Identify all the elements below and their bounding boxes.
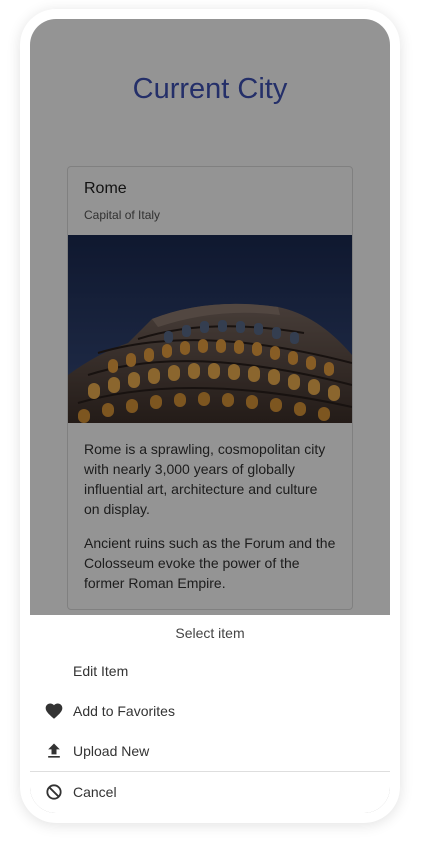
block-icon	[46, 784, 62, 800]
action-sheet-header: Select item	[175, 625, 245, 641]
upload-new-button[interactable]: Upload New	[30, 731, 390, 771]
cancel-label: Cancel	[73, 784, 117, 800]
upload-new-label: Upload New	[73, 743, 150, 759]
action-sheet: Select item Edit Item Add to Favorites U…	[30, 615, 390, 813]
edit-item-label: Edit Item	[73, 663, 129, 679]
cancel-button[interactable]: Cancel	[30, 772, 390, 812]
screen: Current City Rome Capital of Italy Rome …	[30, 19, 390, 813]
add-to-favorites-button[interactable]: Add to Favorites	[30, 691, 390, 731]
add-to-favorites-label: Add to Favorites	[73, 703, 175, 719]
upload-icon	[48, 743, 60, 758]
device-frame: Current City Rome Capital of Italy Rome …	[20, 9, 400, 823]
heart-icon	[45, 703, 63, 719]
edit-item-button[interactable]: Edit Item	[30, 651, 390, 691]
